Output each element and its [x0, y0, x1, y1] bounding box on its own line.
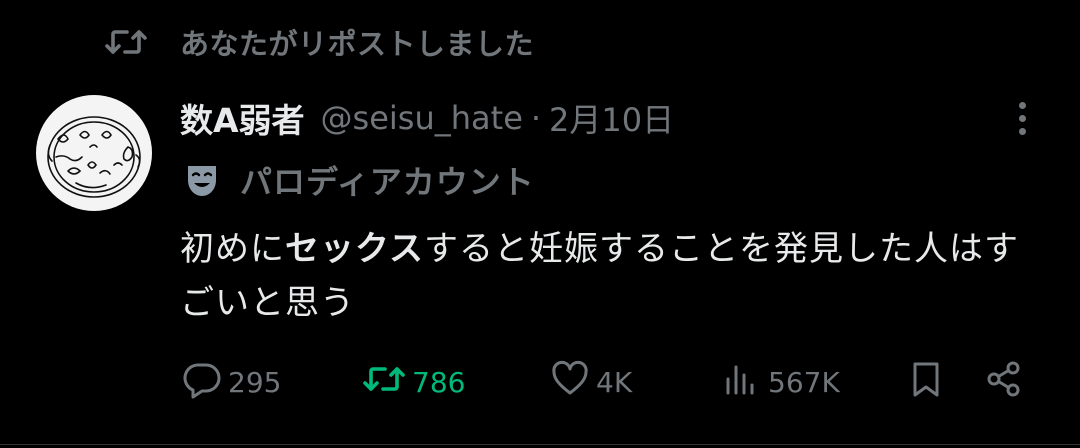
tweet-text-part1: 初めに — [180, 229, 285, 269]
like-icon — [550, 359, 590, 406]
tweet-text: 初めにセックスすると妊娠することを発見した人はすごいと思う — [180, 222, 1050, 330]
post-date[interactable]: 2月10日 — [549, 95, 674, 141]
like-button[interactable]: 4K — [550, 356, 632, 408]
bookmark-icon — [906, 359, 946, 406]
views-icon — [722, 359, 762, 406]
more-icon[interactable] — [1006, 98, 1038, 138]
tweet-text-bold: セックス — [285, 229, 424, 269]
share-icon — [984, 359, 1024, 406]
author-handle[interactable]: @seisu_hate — [321, 99, 523, 137]
action-bar: 295 786 4K 567K — [0, 356, 1080, 408]
views-button[interactable]: 567K — [722, 356, 840, 408]
repost-button[interactable]: 786 — [362, 356, 465, 408]
bookmark-button[interactable] — [906, 356, 946, 408]
repost-banner: あなたがリポストしました — [104, 22, 534, 62]
repost-icon — [104, 22, 148, 62]
reply-icon — [182, 359, 222, 406]
like-count: 4K — [596, 365, 633, 399]
mask-icon — [182, 160, 222, 200]
repost-icon — [362, 361, 406, 404]
repost-count: 786 — [412, 365, 466, 399]
avatar[interactable] — [36, 95, 152, 211]
views-count: 567K — [768, 365, 840, 399]
author-name[interactable]: 数A弱者 — [180, 94, 305, 142]
divider — [0, 444, 1080, 445]
repost-banner-text: あなたがリポストしました — [180, 27, 535, 61]
reply-button[interactable]: 295 — [182, 356, 281, 408]
share-button[interactable] — [984, 356, 1024, 408]
author-row: 数A弱者 @seisu_hate · 2月10日 — [180, 94, 674, 142]
reply-count: 295 — [228, 365, 282, 399]
parody-label-text: パロディアカウント — [240, 163, 535, 201]
parody-label: パロディアカウント — [182, 156, 535, 204]
separator-dot: · — [530, 99, 542, 137]
